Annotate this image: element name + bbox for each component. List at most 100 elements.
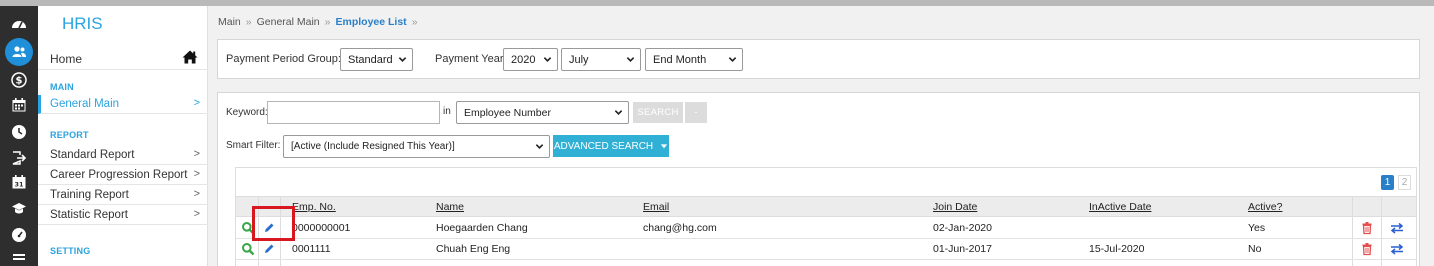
smart-filter-select[interactable]: [Active (Include Resigned This Year)] [283, 135, 550, 158]
chevron-right-icon: > [193, 208, 200, 220]
chevron-down-icon [626, 57, 635, 62]
breadcrumb-item[interactable]: Main [218, 16, 241, 28]
chevron-down-icon [398, 57, 407, 62]
join-date-cell: 02-Jan-2020 [933, 222, 992, 234]
emp-no-cell: 0001111 [292, 243, 331, 255]
employee-table: 1 2 Emp. No. Name Email Join Date InActi… [235, 167, 1417, 266]
highlight-box [252, 206, 295, 241]
sidebar-item-career-progression-report[interactable]: Career Progression Report > [38, 166, 208, 185]
employee-list-panel: Keyword: in Employee Number SEARCH - Sma… [217, 92, 1420, 266]
delete-icon[interactable] [1360, 221, 1374, 235]
keyword-label: Keyword: [226, 107, 268, 118]
sidebar-item-label: Career Progression Report [50, 169, 188, 181]
table-row: 0000000001 Hoegaarden Chang chang@hg.com… [236, 218, 1416, 239]
breadcrumb-item[interactable]: General Main [257, 16, 320, 28]
chevron-right-icon: > [193, 148, 200, 160]
chevron-down-icon [535, 144, 544, 149]
payment-year-label: Payment Year: [435, 53, 507, 65]
delete-icon[interactable] [1360, 242, 1374, 256]
select-value: July [569, 53, 589, 66]
sidebar-item-label: General Main [50, 98, 120, 110]
join-date-cell: 01-Jun-2017 [933, 243, 992, 255]
pager-page-2[interactable]: 2 [1398, 175, 1411, 190]
caret-down-icon [660, 144, 668, 149]
advanced-search-button[interactable]: ADVANCED SEARCH [553, 135, 669, 157]
breadcrumb-separator: » [324, 16, 331, 28]
smart-filter-label: Smart Filter: [226, 140, 281, 151]
sidebar-item-statistic-report[interactable]: Statistic Report > [38, 206, 208, 225]
icon-rail: $ 31 [0, 6, 38, 266]
email-cell: chang@hg.com [643, 222, 717, 234]
calendar-icon[interactable] [9, 95, 29, 115]
speedometer-icon[interactable] [9, 225, 29, 245]
app-title: HRIS [62, 14, 103, 33]
section-title-report: REPORT [50, 130, 89, 140]
in-label: in [443, 106, 451, 117]
chevron-down-icon [614, 110, 623, 115]
section-title-setting: SETTING [50, 246, 91, 256]
column-header-inactive-date[interactable]: InActive Date [1089, 201, 1151, 213]
chevron-right-icon: > [193, 97, 200, 109]
payment-period-group-label: Payment Period Group: [226, 53, 341, 65]
advanced-search-label: ADVANCED SEARCH [553, 140, 654, 152]
svg-text:$: $ [16, 76, 23, 87]
search-button[interactable]: SEARCH [633, 102, 683, 123]
edit-icon[interactable] [262, 242, 276, 256]
table-header: Emp. No. Name Email Join Date InActive D… [236, 196, 1416, 217]
sidebar-item-general-main[interactable]: General Main > [38, 95, 208, 114]
payment-period-group-select[interactable]: Standard [340, 48, 413, 71]
payment-year-select[interactable]: 2020 [503, 48, 558, 71]
table-row: 0001111 Chuah Eng Eng 01-Jun-2017 15-Jul… [236, 239, 1416, 260]
chevron-right-icon: > [193, 188, 200, 200]
select-value: 2020 [511, 53, 536, 66]
clock-icon[interactable] [9, 122, 29, 142]
sidebar-item-training-report[interactable]: Training Report > [38, 186, 208, 205]
people-icon[interactable] [5, 38, 33, 66]
payment-month-select[interactable]: July [561, 48, 641, 71]
main-content: Main » General Main » Employee List » Payment… [208, 6, 1434, 266]
dollar-icon[interactable]: $ [9, 70, 29, 90]
sidebar-item-standard-report[interactable]: Standard Report > [38, 146, 208, 165]
keyword-input[interactable] [267, 101, 440, 124]
logout-icon[interactable] [9, 148, 29, 168]
svg-text:31: 31 [14, 181, 24, 189]
section-title-main: MAIN [50, 82, 74, 92]
breadcrumb: Main » General Main » Employee List » [218, 16, 423, 28]
chevron-down-icon [543, 57, 552, 62]
active-cell: No [1248, 243, 1262, 255]
clear-search-button[interactable]: - [685, 102, 707, 123]
sidebar: HRIS Home MAIN General Main > REPORT Sta… [38, 6, 208, 266]
sidebar-item-label: Training Report [50, 189, 129, 201]
transfer-icon[interactable] [1390, 242, 1404, 256]
view-icon[interactable] [241, 242, 255, 256]
column-header-join-date[interactable]: Join Date [933, 201, 977, 213]
active-cell: Yes [1248, 222, 1266, 234]
graduation-icon[interactable] [9, 199, 29, 219]
emp-no-cell: 0000000001 [292, 222, 351, 234]
column-header-name[interactable]: Name [436, 201, 464, 213]
payment-period-panel: Payment Period Group: Standard Payment Y… [217, 39, 1420, 79]
breadcrumb-separator: » [411, 16, 418, 28]
sidebar-item-home[interactable]: Home [38, 46, 208, 70]
menu-icon[interactable] [9, 252, 29, 266]
column-header-emp-no[interactable]: Emp. No. [292, 201, 336, 213]
column-header-active[interactable]: Active? [1248, 201, 1282, 213]
column-header-email[interactable]: Email [643, 201, 669, 213]
calendar-check-icon[interactable]: 31 [9, 172, 29, 192]
sidebar-item-label: Standard Report [50, 149, 135, 161]
inactive-date-cell: 15-Jul-2020 [1089, 243, 1145, 255]
pager-page-1[interactable]: 1 [1381, 175, 1394, 190]
chevron-down-icon [728, 57, 737, 62]
name-cell: Hoegaarden Chang [436, 222, 528, 234]
select-value: Employee Number [464, 106, 551, 119]
name-cell: Chuah Eng Eng [436, 243, 511, 255]
home-icon [182, 49, 198, 65]
select-value: Standard [348, 53, 393, 66]
dashboard-icon[interactable] [9, 14, 29, 34]
sidebar-item-label: Statistic Report [50, 209, 128, 221]
search-field-select[interactable]: Employee Number [456, 101, 629, 124]
transfer-icon[interactable] [1390, 221, 1404, 235]
sidebar-item-label: Home [50, 52, 83, 66]
breadcrumb-separator: » [245, 16, 252, 28]
end-month-select[interactable]: End Month [645, 48, 743, 71]
